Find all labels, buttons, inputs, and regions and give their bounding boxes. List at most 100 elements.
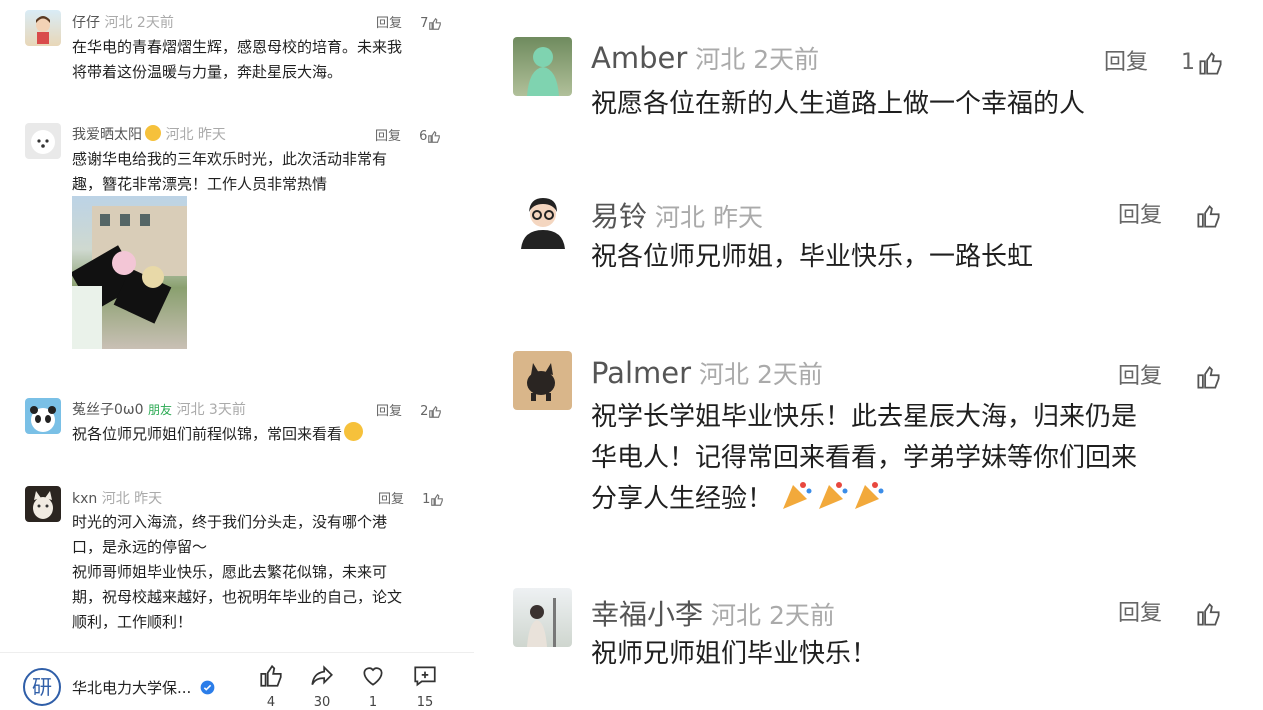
account-logo[interactable]: 研	[23, 668, 61, 706]
avatar[interactable]	[25, 123, 61, 159]
reply-button[interactable]: 回复	[1118, 203, 1162, 228]
user-name[interactable]: 易铃	[591, 200, 647, 233]
comment-time: 2天前	[136, 15, 174, 31]
thumbs-up-icon[interactable]	[428, 405, 442, 419]
user-name[interactable]: 菟丝子0ω0	[72, 402, 144, 418]
avatar[interactable]	[513, 588, 572, 647]
avatar-girl-photo-icon	[527, 598, 556, 647]
avatar-glasses-boy-icon	[521, 198, 565, 249]
like-button[interactable]: 4	[251, 663, 291, 710]
reply-button[interactable]: 回复	[1104, 50, 1148, 75]
share-icon	[311, 665, 333, 686]
account-name-text: 华北电力大学保...	[72, 679, 192, 697]
comment-line: 华电人！记得常回来看看，学弟学妹等你们回来	[591, 443, 1138, 473]
comment-photo[interactable]	[72, 196, 187, 349]
party-popper-emoji-icon	[781, 479, 886, 524]
comment-text: 祝各位师兄师姐，毕业快乐，一路长虹	[591, 237, 1231, 278]
comment-text: 时光的河入海流，终于我们分头走，没有哪个港 口，是永远的停留～ 祝师哥师姐毕业快…	[72, 510, 457, 635]
comment-line: 感谢华电给我的三年欢乐时光，此次活动非常有	[72, 150, 388, 168]
comment-line: 顺利，工作顺利！	[72, 613, 193, 631]
user-location: 河北	[104, 15, 133, 31]
thumbs-up-icon[interactable]	[430, 493, 444, 507]
comment-item: 菟丝子0ω0 朋友 河北 3天前 回复 2 祝各位师兄师姐们前程似锦，常回来看看	[0, 395, 474, 465]
thumbs-up-icon[interactable]	[1195, 601, 1222, 628]
account-name[interactable]: 华北电力大学保...	[72, 677, 215, 698]
comment-line: 祝学长学姐毕业快乐！此去星辰大海，归来仍是	[591, 402, 1138, 432]
thumbs-up-icon[interactable]	[428, 17, 442, 31]
user-location: 河北	[710, 601, 761, 630]
thumbs-up-icon[interactable]	[1195, 203, 1222, 230]
reply-button[interactable]: 回复	[1118, 601, 1162, 626]
avatar-dog-icon	[527, 363, 555, 401]
comment-time: 2天前	[753, 45, 820, 74]
comment-actions: 回复 2	[376, 400, 442, 419]
comment-line: 祝愿各位在新的人生道路上做一个幸福的人	[591, 89, 1086, 119]
comment-text: 祝各位师兄师姐们前程似锦，常回来看看	[72, 422, 457, 447]
avatar[interactable]	[513, 351, 572, 410]
comment-line: 期，祝母校越来越好，也祝明年毕业的自己，论文	[72, 588, 403, 606]
user-name[interactable]: 仔仔	[72, 15, 100, 31]
like-count: 7	[420, 16, 429, 31]
comment-item: 仔仔 河北 2天前 回复 7 在华电的青春熠熠生辉，感恩母校的培育。未来我 将带…	[0, 0, 474, 100]
avatar[interactable]	[513, 190, 572, 249]
comment-item: 易铃 河北 昨天 回复 祝各位师兄师姐，毕业快乐，一路长虹	[482, 185, 1263, 295]
reply-button[interactable]: 回复	[375, 129, 401, 144]
reply-button[interactable]: 回复	[378, 492, 404, 507]
user-name[interactable]: 幸福小李	[591, 598, 703, 631]
comment-item: kxn 河北 昨天 回复 1 时光的河入海流，终于我们分头走，没有哪个港 口，是…	[0, 485, 474, 645]
comment-line: 时光的河入海流，终于我们分头走，没有哪个港	[72, 513, 388, 531]
reply-button[interactable]: 回复	[376, 16, 402, 31]
user-name[interactable]: Palmer	[591, 356, 691, 390]
user-location: 河北	[695, 45, 746, 74]
comment-line: 分享人生经验！	[591, 484, 774, 514]
avatar-cat-icon	[33, 491, 53, 519]
avatar-cartoon-girl-icon	[36, 16, 50, 44]
comment-header: 幸福小李 河北 2天前	[591, 593, 835, 633]
avatar[interactable]	[25, 10, 61, 46]
comment-line: 口，是永远的停留～	[72, 538, 208, 556]
thumbs-up-icon[interactable]	[427, 130, 441, 144]
comment-text: 祝愿各位在新的人生道路上做一个幸福的人	[591, 84, 1231, 125]
favorite-button[interactable]: 1	[353, 663, 393, 710]
comment-button[interactable]: 15	[405, 663, 445, 710]
like-count: 1	[422, 492, 431, 507]
right-screenshot-panel: Amber 河北 2天前 回复 1 祝愿各位在新的人生道路上做一个幸福的人 易铃…	[482, 0, 1263, 710]
user-location: 河北	[698, 360, 749, 389]
reply-button[interactable]: 回复	[1118, 364, 1162, 389]
avatar[interactable]	[25, 486, 61, 522]
comment-header: kxn 河北 昨天	[72, 488, 162, 508]
reply-button[interactable]: 回复	[376, 404, 402, 419]
avatar[interactable]	[513, 37, 572, 96]
logo-character: 研	[32, 675, 52, 699]
comment-icon	[414, 666, 436, 687]
share-count: 30	[313, 695, 331, 710]
user-name[interactable]: Amber	[591, 41, 687, 75]
left-screenshot-panel: 仔仔 河北 2天前 回复 7 在华电的青春熠熠生辉，感恩母校的培育。未来我 将带…	[0, 0, 474, 710]
share-button[interactable]: 30	[302, 663, 342, 710]
comment-time: 2天前	[768, 601, 835, 630]
comment-header: 仔仔 河北 2天前	[72, 12, 174, 32]
thumbs-up-icon[interactable]	[1195, 364, 1222, 391]
comment-line: 祝师哥师姐毕业快乐，愿此去繁花似锦，未来可	[72, 563, 388, 581]
comment-line: 在华电的青春熠熠生辉，感恩母校的培育。未来我	[72, 38, 403, 56]
comment-header: Palmer 河北 2天前	[591, 355, 823, 391]
comment-header: Amber 河北 2天前	[591, 40, 819, 76]
avatar-panda-icon	[30, 406, 56, 432]
avatar[interactable]	[25, 398, 61, 434]
comment-line: 将带着这份温暖与力量，奔赴星辰大海。	[72, 63, 343, 81]
smile-emoji-icon	[145, 125, 161, 141]
comment-text: 感谢华电给我的三年欢乐时光，此次活动非常有 趣，簪花非常漂亮！工作人员非常热情	[72, 147, 457, 197]
thumbs-up-icon[interactable]	[1197, 50, 1224, 77]
comment-actions: 回复	[1118, 358, 1222, 391]
user-name[interactable]: 我爱晒太阳	[72, 127, 142, 143]
comment-count: 15	[416, 695, 434, 710]
comment-time: 昨天	[712, 203, 763, 232]
comment-text: 祝师兄师姐们毕业快乐！	[591, 634, 1231, 675]
comment-item: 幸福小李 河北 2天前 回复 祝师兄师姐们毕业快乐！	[482, 583, 1263, 693]
comment-actions: 回复	[1118, 595, 1222, 628]
bottom-action-bar: 研 华北电力大学保... 4 30 1 15	[0, 652, 474, 710]
user-location: 河北	[654, 203, 705, 232]
comment-line: 祝各位师兄师姐们前程似锦，常回来看看	[72, 425, 343, 443]
user-name[interactable]: kxn	[72, 491, 97, 507]
comment-actions: 回复	[1118, 197, 1222, 230]
